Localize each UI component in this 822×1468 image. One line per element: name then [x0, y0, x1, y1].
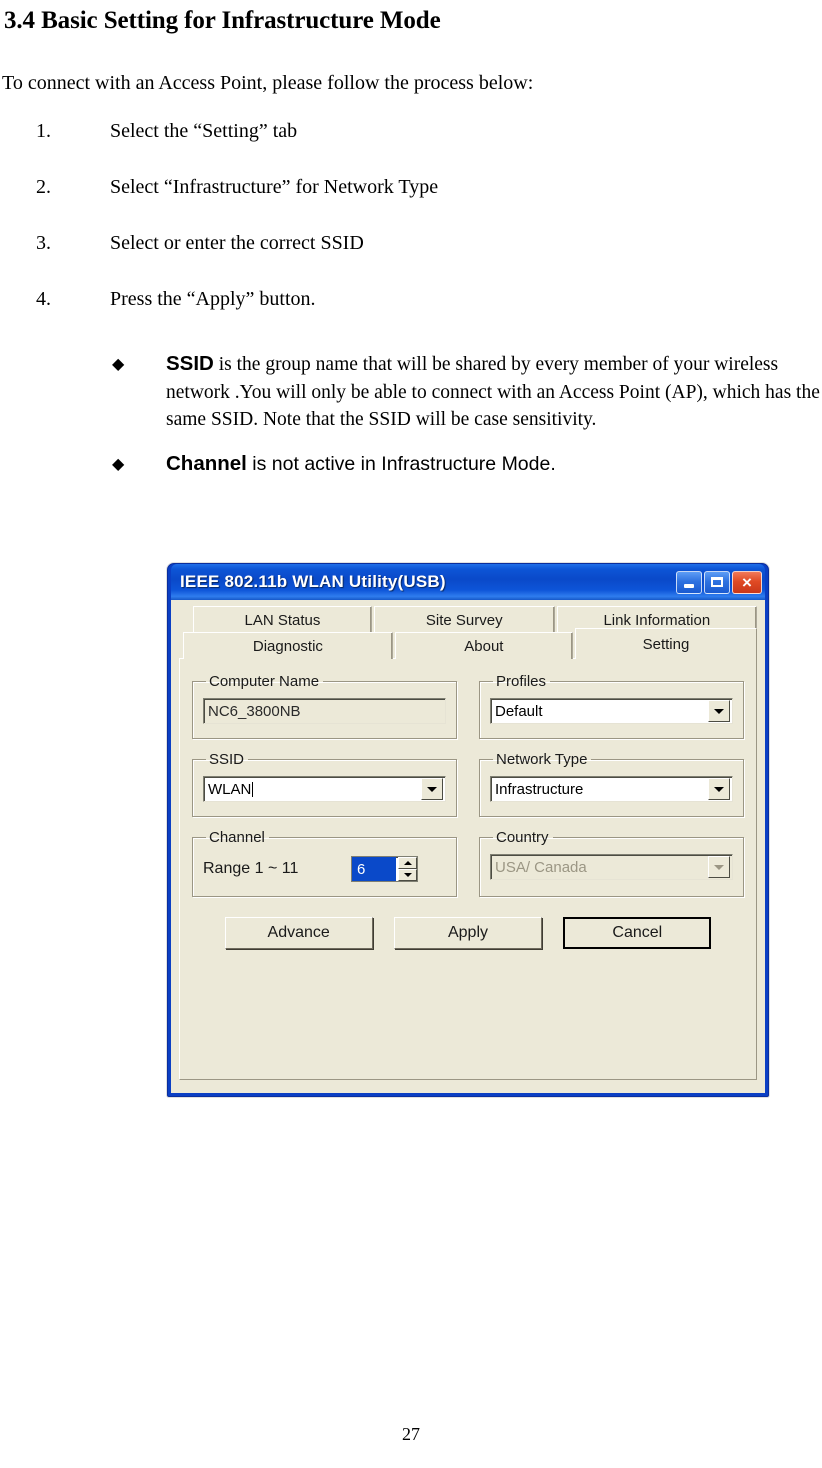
tab-lan-status[interactable]: LAN Status: [193, 606, 372, 633]
apply-button[interactable]: Apply: [393, 917, 542, 949]
setting-tab-panel: Computer Name NC6_3800NB Profiles Defaul…: [179, 658, 757, 1080]
close-icon: ×: [742, 572, 752, 592]
list-item: 3. Select or enter the correct SSID: [0, 230, 822, 286]
step-list: 1. Select the “Setting” tab 2. Select “I…: [0, 96, 822, 342]
tab-strip-row-2: Diagnostic About Setting: [183, 628, 757, 659]
maximize-button[interactable]: [704, 570, 730, 594]
group-label-country: Country: [496, 829, 549, 846]
tab-about[interactable]: About: [394, 632, 573, 659]
chevron-down-icon: [403, 873, 412, 877]
group-country: Country USA/ Canada: [479, 829, 744, 897]
country-select: USA/ Canada: [490, 854, 733, 880]
network-type-select[interactable]: Infrastructure: [490, 776, 733, 802]
list-item: ◆ SSID is the group name that will be sh…: [0, 350, 822, 450]
chevron-down-icon: [427, 786, 437, 792]
window-titlebar: IEEE 802.11b WLAN Utility(USB) ×: [171, 564, 765, 600]
step-number: 1.: [36, 120, 51, 142]
advance-button[interactable]: Advance: [224, 917, 373, 949]
computer-name-row: NC6_3800NB: [203, 694, 446, 724]
page-number: 27: [402, 1424, 420, 1444]
channel-row: Range 1 ~ 11 6: [203, 850, 446, 882]
settings-grid: Computer Name NC6_3800NB Profiles Defaul…: [192, 673, 744, 897]
maximize-icon: [711, 577, 723, 587]
ssid-combobox[interactable]: WLAN: [203, 776, 446, 802]
bullet-text: Channel is not active in Infrastructure …: [166, 450, 820, 479]
window-control-buttons: ×: [676, 570, 762, 594]
channel-increment-button[interactable]: [398, 857, 417, 869]
network-type-selected-value: Infrastructure: [495, 780, 584, 798]
group-label-channel: Channel: [209, 829, 265, 846]
group-channel: Channel Range 1 ~ 11 6: [192, 829, 457, 897]
channel-spin-buttons: [398, 857, 417, 881]
diamond-bullet-icon: ◆: [112, 356, 125, 373]
country-selected-value: USA/ Canada: [495, 858, 587, 876]
page-title: 3.4 Basic Setting for Infrastructure Mod…: [4, 7, 441, 34]
group-profiles: Profiles Default: [479, 673, 744, 739]
tab-site-survey[interactable]: Site Survey: [373, 606, 555, 633]
bullet-text: SSID is the group name that will be shar…: [166, 350, 820, 434]
profiles-row: Default: [490, 694, 733, 724]
tab-setting[interactable]: Setting: [574, 628, 757, 659]
chevron-up-icon: [403, 861, 412, 865]
dialog-button-row: Advance Apply Cancel: [192, 897, 744, 949]
wlan-utility-window: IEEE 802.11b WLAN Utility(USB) × LAN Sta…: [167, 563, 769, 1097]
list-item: 4. Press the “Apply” button.: [0, 286, 822, 342]
window-client-area: LAN Status Site Survey Link Information …: [171, 600, 765, 1093]
bullet-rest: is the group name that will be shared by…: [166, 354, 820, 430]
bullet-list: ◆ SSID is the group name that will be sh…: [0, 342, 822, 494]
minimize-button[interactable]: [676, 570, 702, 594]
country-row: USA/ Canada: [490, 850, 733, 880]
step-text: Select “Infrastructure” for Network Type: [110, 176, 439, 198]
channel-range-label: Range 1 ~ 11: [203, 860, 299, 877]
list-item: 1. Select the “Setting” tab: [0, 118, 822, 174]
step-text: Select the “Setting” tab: [110, 120, 298, 142]
group-computer-name: Computer Name NC6_3800NB: [192, 673, 457, 739]
group-ssid: SSID WLAN: [192, 751, 457, 817]
cancel-button[interactable]: Cancel: [563, 917, 712, 949]
group-label-ssid: SSID: [209, 751, 245, 768]
intro-paragraph: To connect with an Access Point, please …: [2, 72, 534, 94]
ssid-value-wrap: WLAN: [208, 781, 421, 798]
list-item: ◆ Channel is not active in Infrastructur…: [0, 450, 822, 495]
channel-stepper[interactable]: 6: [351, 856, 418, 882]
chevron-down-icon: [714, 786, 724, 792]
channel-decrement-button[interactable]: [398, 869, 417, 881]
text-caret: [252, 782, 254, 798]
network-type-dropdown-button[interactable]: [708, 778, 730, 800]
ssid-value: WLAN: [208, 780, 252, 798]
bullet-keyword: SSID: [166, 352, 214, 375]
close-button[interactable]: ×: [732, 570, 762, 594]
window-title: IEEE 802.11b WLAN Utility(USB): [180, 572, 446, 591]
bullet-rest: is not active in Infrastructure Mode.: [246, 452, 556, 475]
ssid-dropdown-button[interactable]: [421, 778, 443, 800]
country-dropdown-button: [708, 856, 730, 878]
list-item: 2. Select “Infrastructure” for Network T…: [0, 174, 822, 230]
step-number: 2.: [36, 176, 51, 198]
step-text: Press the “Apply” button.: [110, 288, 316, 310]
channel-value[interactable]: 6: [352, 857, 396, 881]
diamond-bullet-icon: ◆: [112, 455, 125, 473]
group-label-computer-name: Computer Name: [209, 673, 320, 690]
group-label-network-type: Network Type: [496, 751, 588, 768]
chevron-down-icon: [714, 708, 724, 714]
step-number: 3.: [36, 232, 51, 254]
document-body: 3.4 Basic Setting for Infrastructure Mod…: [0, 0, 822, 494]
minimize-icon: [684, 583, 694, 588]
chevron-down-icon: [714, 864, 724, 870]
profiles-dropdown-button[interactable]: [708, 700, 730, 722]
network-type-row: Infrastructure: [490, 772, 733, 802]
bullet-keyword: Channel: [166, 451, 247, 475]
step-number: 4.: [36, 288, 51, 310]
step-text: Select or enter the correct SSID: [110, 232, 364, 254]
ssid-row: WLAN: [203, 772, 446, 802]
group-network-type: Network Type Infrastructure: [479, 751, 744, 817]
group-label-profiles: Profiles: [496, 673, 547, 690]
tab-diagnostic[interactable]: Diagnostic: [183, 632, 393, 659]
profiles-selected-value: Default: [495, 702, 543, 720]
profiles-select[interactable]: Default: [490, 698, 733, 724]
computer-name-input[interactable]: NC6_3800NB: [203, 698, 446, 724]
